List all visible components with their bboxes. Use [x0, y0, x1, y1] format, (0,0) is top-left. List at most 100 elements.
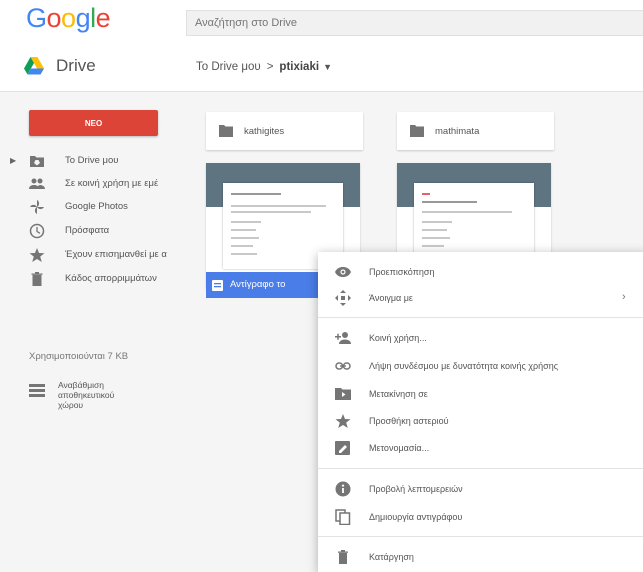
sidebar-item-my-drive[interactable]: ▶ Το Drive μου — [0, 150, 196, 172]
folder-card[interactable]: kathigites — [206, 112, 363, 150]
thumbnail-line — [231, 253, 257, 255]
sidebar-item-recent[interactable]: Πρόσφατα — [0, 220, 196, 242]
thumbnail-line — [422, 211, 512, 213]
chevron-right-icon: › — [622, 291, 626, 303]
menu-item-label: Μετακίνηση σε — [369, 389, 428, 399]
logo-letter: o — [61, 3, 76, 33]
breadcrumb-current[interactable]: ptixiaki — [279, 61, 319, 73]
thumbnail-line — [422, 245, 444, 247]
menu-divider — [318, 317, 643, 318]
top-bar: Google — [0, 0, 643, 42]
storage-icon — [29, 384, 45, 397]
thumbnail-line — [422, 193, 430, 195]
storage-usage-text: Χρησιμοποιούνται 7 KB — [29, 351, 129, 362]
menu-item-make-copy[interactable]: Δημιουργία αντιγράφου — [318, 504, 643, 530]
new-button[interactable]: ΝΕΟ — [29, 110, 158, 136]
open-with-icon — [335, 290, 351, 306]
menu-item-label: Μετονομασία... — [369, 443, 430, 453]
folder-icon — [219, 125, 233, 137]
menu-item-details[interactable]: Προβολή λεπτομερειών — [318, 476, 643, 502]
upgrade-storage-line: χώρου — [58, 400, 84, 410]
pinwheel-icon — [30, 200, 44, 214]
menu-item-remove[interactable]: Κατάργηση — [318, 544, 643, 570]
google-logo[interactable]: Google — [26, 3, 111, 34]
thumbnail-line — [422, 201, 477, 203]
star-icon — [29, 248, 45, 262]
sub-bar: Drive Το Drive μου > ptixiaki ▼ — [0, 42, 643, 92]
folder-name: kathigites — [244, 126, 285, 137]
menu-item-move-to[interactable]: Μετακίνηση σε — [318, 381, 643, 407]
eye-icon — [335, 267, 351, 277]
rename-icon — [335, 441, 350, 455]
sidebar: ΝΕΟ ▶ Το Drive μου Σε κοινή χρήση με εμέ… — [0, 92, 196, 572]
app-name: Drive — [56, 56, 96, 75]
sidebar-item-label: Σε κοινή χρήση με εμέ — [65, 178, 159, 189]
menu-divider — [318, 468, 643, 469]
upgrade-storage-line: αποθηκευτικού — [58, 390, 115, 400]
menu-item-share[interactable]: Κοινή χρήση... — [318, 325, 643, 351]
person-add-icon — [335, 332, 351, 344]
search-input[interactable] — [187, 11, 643, 35]
trash-icon — [31, 272, 43, 286]
thumbnail-line — [422, 221, 452, 223]
menu-item-open-with[interactable]: Άνοιγμα με › — [318, 285, 643, 311]
upgrade-storage-label: Αναβάθμιση αποθηκευτικού χώρου — [58, 380, 114, 410]
folder-drive-icon — [30, 156, 44, 167]
menu-item-label: Προσθήκη αστεριού — [369, 416, 449, 426]
menu-item-add-star[interactable]: Προσθήκη αστεριού — [318, 408, 643, 434]
menu-item-get-link[interactable]: Λήψη συνδέσμου με δυνατότητα κοινής χρήσ… — [318, 353, 643, 379]
logo-letter: G — [26, 3, 47, 33]
sidebar-item-label: Πρόσφατα — [65, 225, 110, 236]
selected-file-name-bar[interactable]: Αντίγραφο το — [206, 272, 321, 298]
thumbnail-line — [422, 229, 447, 231]
sidebar-item-starred[interactable]: Έχουν επισημανθεί με α — [0, 244, 196, 266]
breadcrumb-separator: > — [266, 61, 274, 73]
search-box[interactable] — [186, 10, 643, 36]
drive-brand[interactable]: Drive — [24, 56, 96, 76]
menu-divider — [318, 536, 643, 537]
forms-icon — [212, 280, 223, 291]
shared-people-icon — [29, 178, 45, 189]
drive-logo-icon — [24, 57, 44, 75]
sidebar-item-label: Google Photos — [65, 201, 128, 212]
logo-letter: e — [95, 3, 111, 33]
breadcrumb-root[interactable]: Το Drive μου — [196, 61, 261, 73]
expand-arrow-icon[interactable]: ▶ — [10, 156, 16, 165]
thumbnail-line — [231, 237, 259, 239]
selected-file-name: Αντίγραφο το — [230, 279, 286, 290]
context-menu: Προεπισκόπηση Άνοιγμα με › Κοινή χρήση..… — [318, 252, 643, 572]
folder-card[interactable]: mathimata — [397, 112, 554, 150]
menu-item-label: Κοινή χρήση... — [369, 333, 427, 343]
menu-item-label: Προβολή λεπτομερειών — [369, 484, 463, 494]
sidebar-item-shared[interactable]: Σε κοινή χρήση με εμέ — [0, 173, 196, 195]
sidebar-item-photos[interactable]: Google Photos — [0, 196, 196, 218]
clock-icon — [29, 223, 45, 239]
menu-item-label: Προεπισκόπηση — [369, 267, 435, 277]
sidebar-item-label: Έχουν επισημανθεί με α — [65, 249, 167, 260]
chevron-down-icon[interactable]: ▼ — [323, 62, 332, 72]
sidebar-item-trash[interactable]: Κάδος απορριμμάτων — [0, 268, 196, 290]
star-icon — [335, 414, 351, 428]
thumbnail-line — [231, 221, 261, 223]
thumbnail-line — [231, 245, 253, 247]
thumbnail-line — [231, 229, 256, 231]
menu-item-label: Άνοιγμα με — [369, 293, 413, 303]
thumbnail-line — [231, 193, 281, 195]
sidebar-item-label: Κάδος απορριμμάτων — [65, 273, 157, 284]
link-icon — [335, 362, 351, 370]
logo-letter: o — [46, 3, 62, 33]
breadcrumb: Το Drive μου > ptixiaki ▼ — [196, 61, 332, 73]
info-icon — [335, 481, 351, 497]
menu-item-label: Δημιουργία αντιγράφου — [369, 512, 463, 522]
thumbnail-line — [422, 237, 450, 239]
logo-letter: g — [75, 3, 91, 33]
trash-icon — [338, 550, 348, 564]
menu-item-preview[interactable]: Προεπισκόπηση — [318, 259, 643, 285]
copy-icon — [335, 509, 351, 525]
menu-item-label: Κατάργηση — [369, 552, 414, 562]
menu-item-rename[interactable]: Μετονομασία... — [318, 435, 643, 461]
menu-item-label: Λήψη συνδέσμου με δυνατότητα κοινής χρήσ… — [369, 361, 559, 371]
thumbnail-line — [231, 211, 311, 213]
move-folder-icon — [335, 388, 351, 400]
folder-name: mathimata — [435, 126, 480, 137]
